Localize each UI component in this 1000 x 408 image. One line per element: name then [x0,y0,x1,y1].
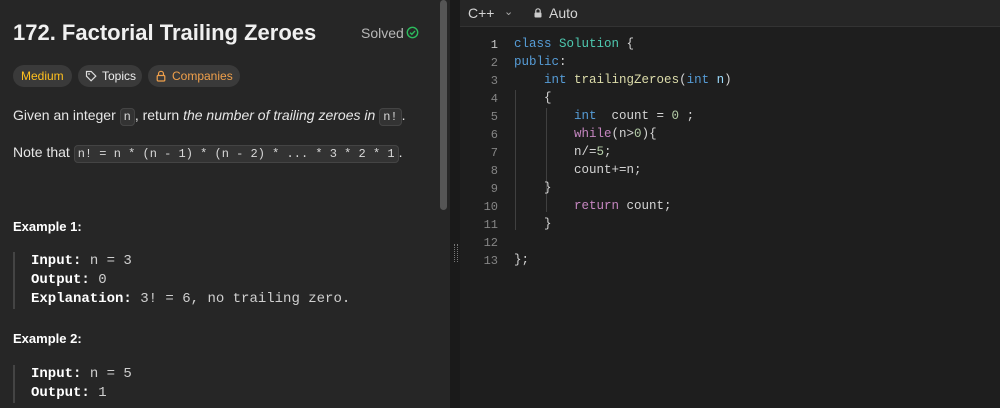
difficulty-label: Medium [21,69,64,83]
code-line: } [514,217,552,231]
indent-guide [546,108,547,212]
editor-toolbar: C++ ⌄ Auto [460,0,1000,27]
scrollbar-thumb[interactable] [440,0,447,210]
inline-code: n! = n * (n - 1) * (n - 2) * ... * 3 * 2… [73,145,399,163]
companies-button[interactable]: Companies [148,65,240,87]
example-1-header: Example 1: [13,219,82,234]
code-line: { [514,91,552,105]
inline-code: n [119,108,135,126]
desc-text: , return [134,107,184,123]
output-label: Output: [31,272,90,288]
code-line: while(n>0){ [574,127,657,141]
language-select[interactable]: C++ [468,5,494,21]
line-number: 1 [490,38,498,52]
code-line: return count; [574,199,672,213]
input-value: n = 3 [81,253,132,269]
output-value: 0 [89,272,107,288]
example-1-block: Input: n = 3 Output: 0 Explanation: 3! =… [13,252,433,309]
description-scrollbar[interactable] [438,0,450,408]
explanation-label: Explanation: [31,291,132,307]
line-number: 9 [490,182,498,196]
line-number: 8 [490,164,498,178]
lock-icon [534,8,542,18]
desc-text: . [401,107,406,123]
line-number: 13 [483,254,498,268]
description-paragraph: Given an integer n, return the number of… [13,107,406,126]
input-value: n = 5 [81,366,132,382]
panel-splitter[interactable] [450,0,460,408]
line-number: 10 [483,200,498,214]
desc-text: Given an integer [13,107,120,123]
chevron-down-icon[interactable]: ⌄ [504,5,513,18]
solved-status: Solved [361,25,404,41]
tag-icon [85,70,97,82]
input-label: Input: [31,253,82,269]
lock-icon [156,70,166,82]
drag-handle-icon[interactable] [454,244,458,262]
output-label: Output: [31,385,90,401]
line-number: 2 [490,56,498,70]
note-paragraph: Note that n! = n * (n - 1) * (n - 2) * .… [13,144,403,163]
note-text: . [398,144,403,160]
difficulty-badge[interactable]: Medium [13,65,72,87]
example-2-block: Input: n = 5 Output: 1 [13,365,433,403]
code-line: count+=n; [514,163,642,177]
companies-label: Companies [172,69,233,83]
explanation-value: 3! = 6, no trailing zero. [131,291,351,307]
topics-button[interactable]: Topics [78,65,142,87]
line-number: 5 [490,110,498,124]
problem-panel: 172. Factorial Trailing Zeroes Solved Me… [0,0,450,408]
example-2-header: Example 2: [13,331,82,346]
line-number: 4 [490,92,498,106]
code-line: int trailingZeroes(int n) [544,73,732,87]
output-value: 1 [89,385,107,401]
code-line: }; [514,253,530,267]
inline-code: n! [379,108,402,126]
line-number: 3 [490,74,498,88]
problem-title: 172. Factorial Trailing Zeroes [13,20,317,45]
code-line: } [514,181,552,195]
input-label: Input: [31,366,82,382]
line-number: 12 [483,236,498,250]
line-number: 6 [490,128,498,142]
topics-label: Topics [102,69,137,83]
line-number: 7 [490,146,498,160]
code-line: n/=5; [514,145,612,159]
mode-select[interactable]: Auto [549,5,578,21]
code-line: class Solution { [514,37,635,51]
check-circle-icon [406,26,419,39]
desc-emphasis: the number of trailing zeroes in [183,107,380,123]
code-editor-panel: C++ ⌄ Auto 1 2 3 4 5 6 7 8 9 10 11 12 13… [460,0,1000,408]
code-line: public: [514,55,567,69]
code-line: int count = 0 ; [574,109,695,123]
note-text: Note that [13,144,74,160]
line-number: 11 [483,218,498,232]
